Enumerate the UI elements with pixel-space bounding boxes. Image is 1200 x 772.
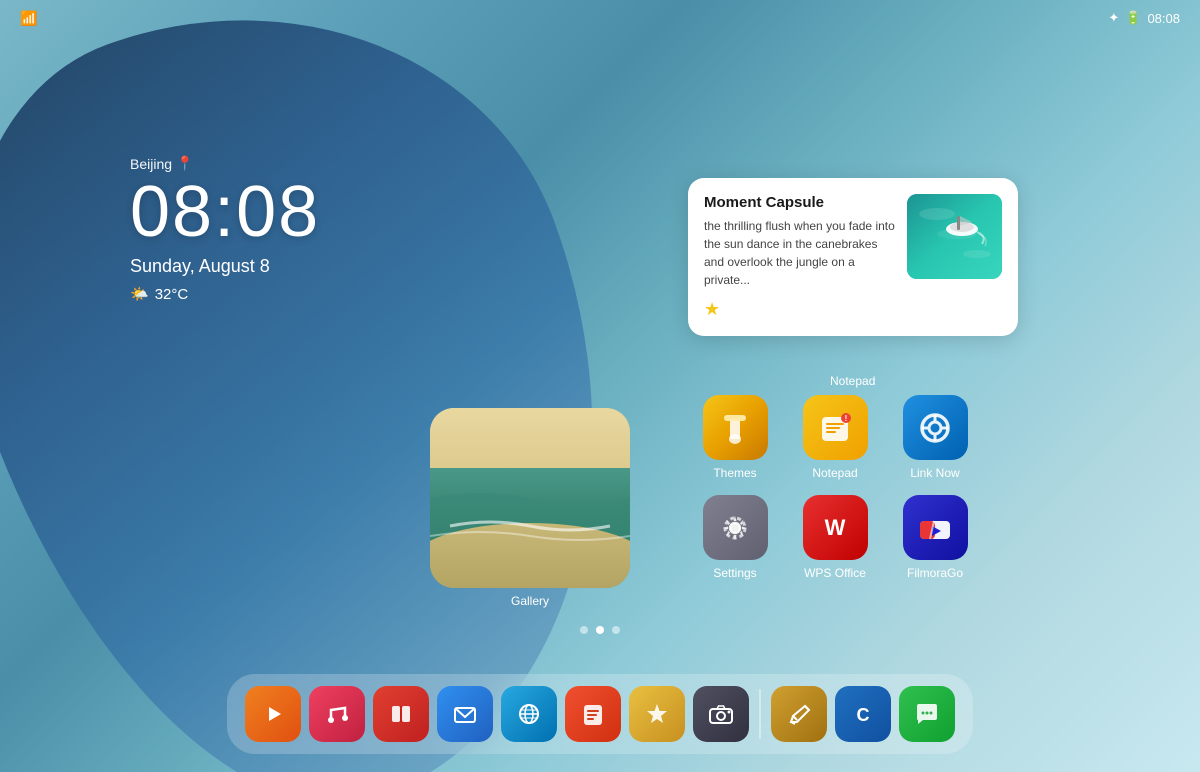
notepad-title: Moment Capsule — [704, 194, 895, 211]
folder-box[interactable]: My favorites — [430, 408, 630, 588]
notepad-content: Moment Capsule the thrilling flush when … — [704, 194, 1002, 289]
dock-video-app[interactable] — [245, 686, 301, 742]
dock-canva-app[interactable]: C — [835, 686, 891, 742]
location-icon: 📍 — [176, 155, 193, 172]
svg-text:W: W — [825, 515, 846, 540]
status-bar: 📶 ✦ 🔋 08:08 — [0, 0, 1200, 36]
dock-memo-app[interactable] — [565, 686, 621, 742]
dock-messages-app[interactable] — [899, 686, 955, 742]
page-dot-1[interactable] — [580, 626, 588, 634]
notepad-label: Notepad — [830, 374, 875, 388]
status-left: 📶 — [20, 10, 37, 27]
dock: C — [227, 674, 973, 754]
page-dot-3[interactable] — [612, 626, 620, 634]
wps-icon: W — [803, 495, 868, 560]
background — [0, 0, 1200, 772]
linknow-icon — [903, 395, 968, 460]
dock-themes2-app[interactable] — [629, 686, 685, 742]
dock-music-app[interactable] — [309, 686, 365, 742]
gallery-name: Gallery — [511, 594, 549, 608]
wifi-icon: 📶 — [20, 10, 37, 27]
bluetooth-icon: ✦ — [1108, 10, 1119, 26]
clock-weather: 🌤️ 32°C — [130, 285, 320, 303]
dock-pencil-app[interactable] — [771, 686, 827, 742]
svg-text:C: C — [857, 705, 870, 725]
page-dots — [580, 626, 620, 634]
dock-books-app[interactable] — [373, 686, 429, 742]
app-linknow[interactable]: Link Now — [890, 395, 980, 495]
themes-icon — [703, 395, 768, 460]
wps-label: WPS Office — [804, 566, 866, 580]
app-filmora[interactable]: FilmoraGo — [890, 495, 980, 595]
dock-main-apps — [245, 686, 749, 742]
filmora-label: FilmoraGo — [907, 566, 963, 580]
dock-pinned-apps: C — [771, 686, 955, 742]
dock-divider — [759, 689, 761, 739]
notepad-app-label: Notepad — [812, 466, 857, 480]
notepad-body: the thrilling flush when you fade into t… — [704, 217, 895, 289]
clock-status: 08:08 — [1147, 11, 1180, 26]
themes-label: Themes — [713, 466, 756, 480]
notepad-widget[interactable]: Moment Capsule the thrilling flush when … — [688, 178, 1018, 336]
page-dot-2[interactable] — [596, 626, 604, 634]
notepad-text-area: Moment Capsule the thrilling flush when … — [704, 194, 895, 289]
temperature: 32°C — [155, 286, 189, 303]
settings-label: Settings — [713, 566, 756, 580]
dock-camera-app[interactable] — [693, 686, 749, 742]
city-label: Beijing 📍 — [130, 155, 320, 172]
notepad-icon: ! — [803, 395, 868, 460]
app-themes[interactable]: Themes — [690, 395, 780, 495]
dock-mail-app[interactable] — [437, 686, 493, 742]
gallery-folder[interactable]: My favorites Gallery — [430, 408, 630, 608]
linknow-label: Link Now — [910, 466, 959, 480]
dock-browser-app[interactable] — [501, 686, 557, 742]
filmora-icon — [903, 495, 968, 560]
app-grid: Themes ! Notepad Link N — [690, 395, 980, 595]
status-right: ✦ 🔋 08:08 — [1108, 10, 1180, 26]
app-notepad[interactable]: ! Notepad — [790, 395, 880, 495]
battery-icon: 🔋 — [1125, 10, 1141, 26]
notepad-star: ★ — [704, 299, 1002, 320]
clock-date: Sunday, August 8 — [130, 256, 320, 277]
clock-widget: Beijing 📍 08:08 Sunday, August 8 🌤️ 32°C — [130, 155, 320, 303]
settings-icon — [703, 495, 768, 560]
svg-text:!: ! — [845, 414, 848, 423]
app-wps[interactable]: W WPS Office — [790, 495, 880, 595]
app-settings[interactable]: Settings — [690, 495, 780, 595]
notepad-image — [907, 194, 1002, 279]
clock-time: 08:08 — [130, 176, 320, 248]
weather-icon: 🌤️ — [130, 285, 149, 303]
